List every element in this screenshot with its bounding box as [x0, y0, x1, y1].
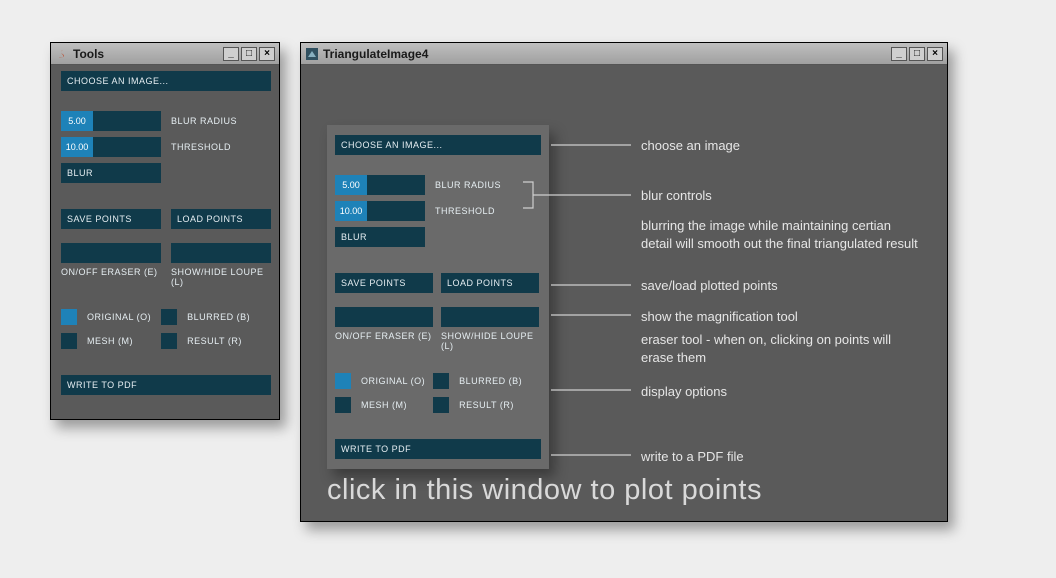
blurred-checkbox[interactable] [161, 309, 177, 325]
mesh-checkbox[interactable] [335, 397, 351, 413]
blur-radius-label: BLUR RADIUS [171, 116, 237, 126]
main-caption: click in this window to plot points [327, 474, 762, 507]
loupe-caption: SHOW/HIDE LOUPE (L) [171, 267, 271, 287]
loupe-toggle-button[interactable] [171, 243, 271, 263]
blurred-checkbox[interactable] [433, 373, 449, 389]
java-icon [55, 47, 69, 61]
anno-write-pdf: write to a PDF file [641, 448, 744, 466]
threshold-label: THRESHOLD [435, 206, 495, 216]
tools-titlebar[interactable]: Tools _ □ × [51, 43, 279, 65]
anno-blur-detail: blurring the image while maintaining cer… [641, 217, 921, 252]
close-button[interactable]: × [259, 47, 275, 61]
tools-window: Tools _ □ × CHOOSE AN IMAGE... 5.00 BLUR… [50, 42, 280, 420]
original-checkbox[interactable] [61, 309, 77, 325]
main-canvas[interactable]: CHOOSE AN IMAGE... 5.00 BLUR RADIUS 10.0… [301, 65, 947, 521]
mesh-checkbox[interactable] [61, 333, 77, 349]
loupe-caption: SHOW/HIDE LOUPE (L) [441, 331, 541, 351]
result-checkbox[interactable] [161, 333, 177, 349]
result-label: RESULT (R) [459, 400, 514, 410]
anno-magnification: show the magnification tool [641, 308, 798, 326]
save-points-button[interactable]: SAVE POINTS [61, 209, 161, 229]
mesh-label: MESH (M) [361, 400, 407, 410]
main-titlebar[interactable]: TriangulateImage4 _ □ × [301, 43, 947, 65]
write-pdf-button[interactable]: WRITE TO PDF [335, 439, 541, 459]
minimize-button[interactable]: _ [223, 47, 239, 61]
anno-choose-image: choose an image [641, 137, 740, 155]
eraser-caption: ON/OFF ERASER (E) [61, 267, 161, 277]
blur-radius-label: BLUR RADIUS [435, 180, 501, 190]
blurred-label: BLURRED (B) [459, 376, 522, 386]
eraser-toggle-button[interactable] [335, 307, 433, 327]
tools-title: Tools [73, 47, 104, 61]
minimize-button[interactable]: _ [891, 47, 907, 61]
anno-blur-controls: blur controls [641, 187, 712, 205]
result-label: RESULT (R) [187, 336, 242, 346]
load-points-button[interactable]: LOAD POINTS [441, 273, 539, 293]
blur-button[interactable]: BLUR [335, 227, 425, 247]
maximize-button[interactable]: □ [909, 47, 925, 61]
save-points-button[interactable]: SAVE POINTS [335, 273, 433, 293]
app-icon [305, 47, 319, 61]
threshold-label: THRESHOLD [171, 142, 231, 152]
anno-eraser: eraser tool - when on, clicking on point… [641, 331, 921, 366]
blur-radius-field[interactable]: 5.00 [61, 111, 161, 131]
result-checkbox[interactable] [433, 397, 449, 413]
anno-save-load: save/load plotted points [641, 277, 778, 295]
blur-button[interactable]: BLUR [61, 163, 161, 183]
loupe-toggle-button[interactable] [441, 307, 539, 327]
maximize-button[interactable]: □ [241, 47, 257, 61]
main-title: TriangulateImage4 [323, 47, 428, 61]
load-points-button[interactable]: LOAD POINTS [171, 209, 271, 229]
blurred-label: BLURRED (B) [187, 312, 250, 322]
choose-image-button[interactable]: CHOOSE AN IMAGE... [335, 135, 541, 155]
write-pdf-button[interactable]: WRITE TO PDF [61, 375, 271, 395]
eraser-caption: ON/OFF ERASER (E) [335, 331, 433, 341]
threshold-field[interactable]: 10.00 [335, 201, 425, 221]
blur-radius-field[interactable]: 5.00 [335, 175, 425, 195]
original-label: ORIGINAL (O) [361, 376, 425, 386]
original-label: ORIGINAL (O) [87, 312, 151, 322]
main-window: TriangulateImage4 _ □ × CHOOSE AN IMAGE.… [300, 42, 948, 522]
mesh-label: MESH (M) [87, 336, 133, 346]
threshold-field[interactable]: 10.00 [61, 137, 161, 157]
choose-image-button[interactable]: CHOOSE AN IMAGE... [61, 71, 271, 91]
anno-display: display options [641, 383, 727, 401]
close-button[interactable]: × [927, 47, 943, 61]
eraser-toggle-button[interactable] [61, 243, 161, 263]
annotated-tools-panel: CHOOSE AN IMAGE... 5.00 BLUR RADIUS 10.0… [327, 125, 549, 469]
original-checkbox[interactable] [335, 373, 351, 389]
